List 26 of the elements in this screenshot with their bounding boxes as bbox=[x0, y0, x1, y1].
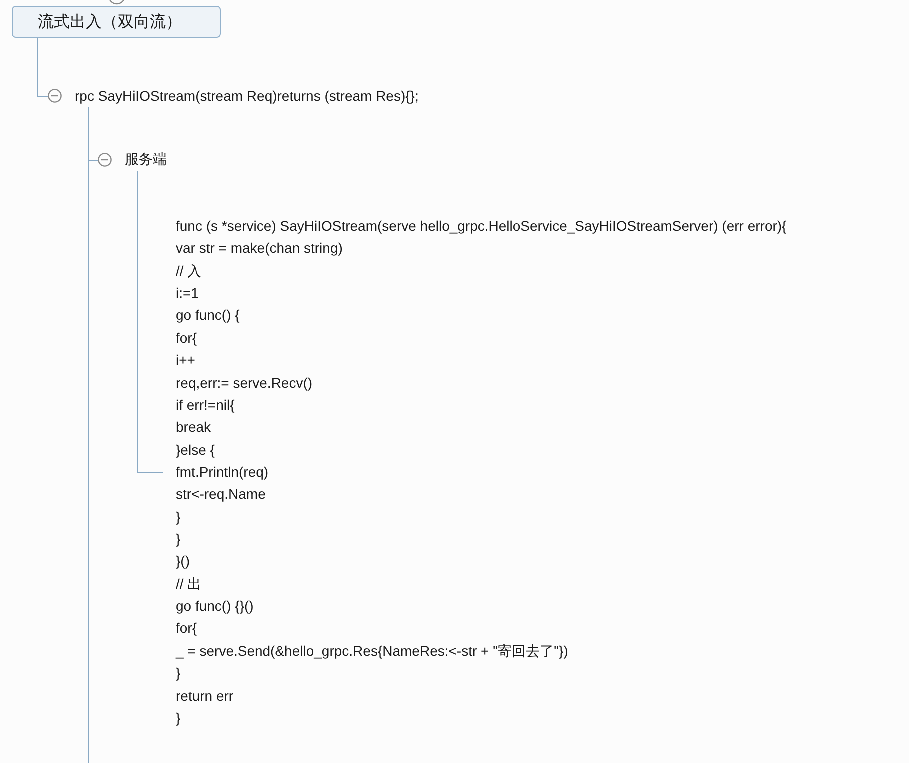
topic-title[interactable]: 服务端 bbox=[125, 151, 167, 169]
code-line: }() bbox=[176, 552, 190, 572]
code-line: } bbox=[176, 664, 181, 684]
root-topic[interactable]: 流式出入（双向流） bbox=[12, 6, 221, 38]
code-line: func (s *service) SayHiIOStream(serve hello_grpc.HelloService_SayHiIOStreamServer) (err error){ bbox=[176, 217, 787, 236]
code-line: for{ bbox=[176, 619, 198, 638]
code-line: } bbox=[176, 508, 181, 527]
code-line: str<-req.Name bbox=[176, 485, 266, 504]
code-line: // 出 bbox=[176, 574, 202, 594]
code-line: if err!=nil{ bbox=[176, 396, 235, 415]
code-line: i++ bbox=[176, 351, 196, 370]
code-line: break bbox=[176, 418, 212, 438]
code-line: i:=1 bbox=[176, 284, 199, 304]
code-line: go func() { bbox=[176, 306, 240, 326]
code-line: } bbox=[176, 530, 181, 550]
code-line: fmt.Println(req) bbox=[176, 462, 269, 482]
code-line: var str = make(chan string) bbox=[176, 239, 343, 258]
code-line: return err bbox=[176, 686, 234, 706]
code-line: go func() {}() bbox=[176, 597, 254, 616]
code-line: _ = serve.Send(&hello_grpc.Res{NameRes:<-str + "寄回去了"}) bbox=[176, 642, 568, 661]
code-line: req,err:= serve.Recv() bbox=[176, 374, 313, 393]
topic-title[interactable]: rpc SayHiIOStream(stream Req)returns (stream Res){}; bbox=[75, 88, 419, 104]
code-line: } bbox=[176, 708, 181, 728]
code-line: }else { bbox=[176, 440, 215, 460]
code-line: for{ bbox=[176, 328, 198, 348]
code-line: // 入 bbox=[176, 262, 202, 281]
